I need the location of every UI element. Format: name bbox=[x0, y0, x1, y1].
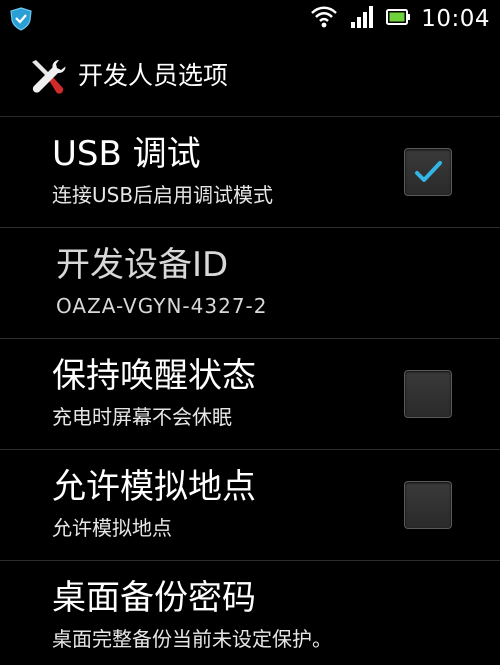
pref-title: USB 调试 bbox=[52, 134, 201, 174]
shield-icon bbox=[8, 6, 34, 32]
status-bar: 10:04 bbox=[0, 0, 500, 38]
pref-summary: 允许模拟地点 bbox=[52, 516, 172, 540]
battery-icon bbox=[385, 4, 411, 34]
preference-list: USB 调试 连接USB后启用调试模式 开发设备ID OAZA-VGYN-432… bbox=[0, 117, 500, 665]
signal-icon bbox=[349, 4, 375, 34]
pref-title: 桌面备份密码 bbox=[52, 578, 256, 618]
developer-options-screen: 10:04 开发人员选项 USB 调试 连接USB后启用调试模式 开发设备ID … bbox=[0, 0, 500, 665]
usb-debugging-checkbox[interactable] bbox=[404, 148, 452, 196]
stay-awake-checkbox[interactable] bbox=[404, 370, 452, 418]
page-title: 开发人员选项 bbox=[78, 61, 229, 90]
pref-mock-locations[interactable]: 允许模拟地点 允许模拟地点 bbox=[0, 450, 500, 561]
pref-summary: OAZA-VGYN-4327-2 bbox=[56, 294, 268, 318]
pref-title: 允许模拟地点 bbox=[52, 467, 256, 507]
pref-title: 开发设备ID bbox=[56, 245, 229, 285]
pref-backup-password[interactable]: 桌面备份密码 桌面完整备份当前未设定保护。 bbox=[0, 561, 500, 665]
pref-title: 保持唤醒状态 bbox=[52, 356, 256, 396]
status-time: 10:04 bbox=[421, 6, 490, 32]
wifi-icon bbox=[309, 4, 339, 34]
pref-device-id[interactable]: 开发设备ID OAZA-VGYN-4327-2 bbox=[0, 228, 500, 339]
pref-usb-debugging[interactable]: USB 调试 连接USB后启用调试模式 bbox=[0, 117, 500, 228]
action-bar: 开发人员选项 bbox=[0, 38, 500, 117]
tools-icon bbox=[26, 56, 68, 98]
pref-summary: 桌面完整备份当前未设定保护。 bbox=[52, 627, 332, 651]
pref-stay-awake[interactable]: 保持唤醒状态 充电时屏幕不会休眠 bbox=[0, 339, 500, 450]
pref-summary: 充电时屏幕不会休眠 bbox=[52, 405, 232, 429]
mock-locations-checkbox[interactable] bbox=[404, 481, 452, 529]
pref-summary: 连接USB后启用调试模式 bbox=[52, 183, 274, 207]
